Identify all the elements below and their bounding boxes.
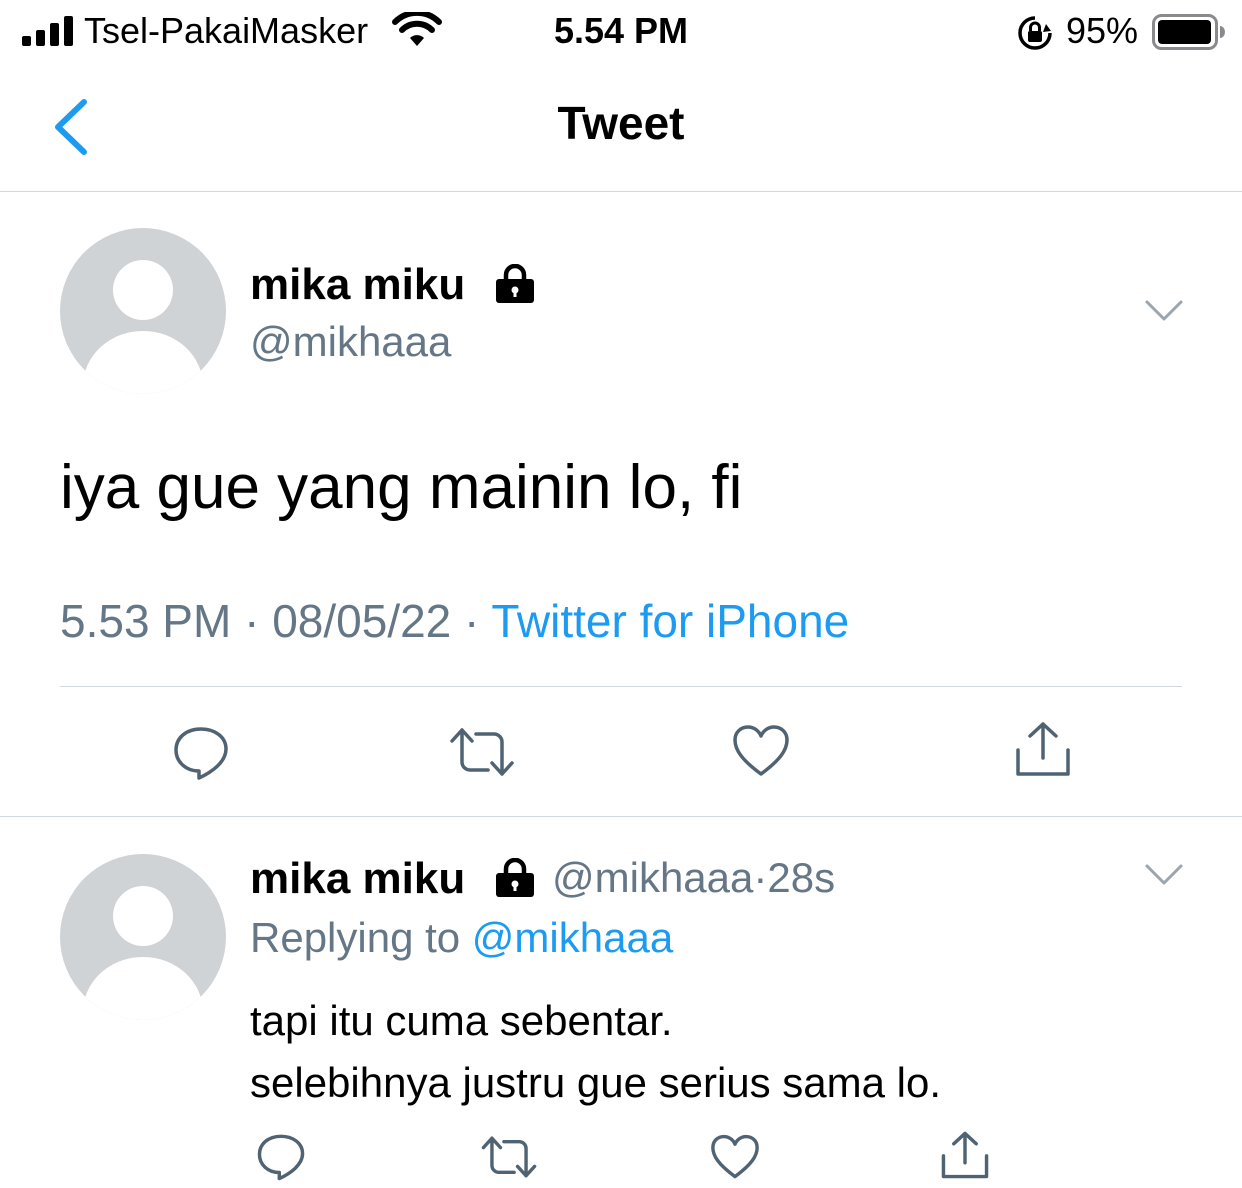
replying-to-label: Replying to — [250, 914, 472, 961]
reply-age: 28s — [767, 854, 836, 901]
avatar[interactable] — [60, 228, 226, 394]
reply-handle[interactable]: @mikhaaa — [552, 854, 753, 901]
lock-icon — [496, 858, 534, 897]
chevron-down-icon[interactable] — [1144, 298, 1184, 324]
share-icon — [1016, 722, 1070, 776]
tweet-meta: 5.53 PM · 08/05/22 · Twitter for iPhone — [60, 594, 849, 648]
like-icon — [711, 1134, 759, 1179]
retweet-icon — [481, 1136, 537, 1178]
avatar[interactable] — [60, 854, 226, 1020]
reply-display-name[interactable]: mika miku — [250, 854, 465, 904]
reply-handle-line: @mikhaaa·28s — [552, 854, 835, 902]
retweet-button[interactable] — [448, 726, 516, 778]
reply-text-line: selebihnya justru gue serius sama lo. — [250, 1059, 942, 1106]
tweet-date: 08/05/22 — [272, 595, 452, 647]
share-button[interactable] — [1014, 720, 1072, 778]
like-button[interactable] — [732, 724, 790, 778]
status-bar: Tsel-PakaiMasker 5.54 PM 95% — [0, 0, 1242, 64]
battery-icon — [1152, 14, 1225, 50]
tweet-source-link[interactable]: Twitter for iPhone — [491, 595, 849, 647]
avatar-body-shape — [83, 957, 203, 1020]
nav-header: Tweet — [0, 64, 1242, 192]
like-icon — [733, 725, 789, 776]
share-button[interactable] — [940, 1130, 990, 1180]
status-time: 5.54 PM — [553, 10, 689, 51]
reply-button[interactable] — [256, 1132, 306, 1182]
battery-percent: 95% — [1066, 10, 1139, 51]
section-divider — [0, 816, 1242, 817]
tweet-display-name[interactable]: mika miku — [250, 260, 465, 310]
like-button[interactable] — [710, 1134, 760, 1180]
avatar-body-shape — [83, 331, 203, 394]
retweet-icon — [450, 728, 514, 776]
retweet-button[interactable] — [480, 1134, 538, 1180]
tweet-time: 5.53 PM — [60, 595, 232, 647]
replying-to: Replying to @mikhaaa — [250, 914, 673, 962]
divider — [60, 686, 1182, 687]
reply-button[interactable] — [172, 724, 230, 782]
meta-separator: · — [451, 595, 492, 647]
reply-text: tapi itu cuma sebentar. selebihnya justr… — [250, 990, 941, 1114]
tweet-handle[interactable]: @mikhaaa — [250, 318, 451, 366]
replying-to-mention[interactable]: @mikhaaa — [472, 914, 673, 961]
avatar-head-shape — [113, 886, 173, 946]
reply-icon — [257, 1134, 305, 1181]
meta-separator: · — [753, 854, 768, 901]
page-title: Tweet — [557, 97, 685, 149]
chevron-down-icon[interactable] — [1144, 862, 1184, 888]
avatar-head-shape — [113, 260, 173, 320]
reply-text-line: tapi itu cuma sebentar. — [250, 997, 673, 1044]
share-icon — [941, 1131, 989, 1179]
tweet-text: iya gue yang mainin lo, fi — [60, 453, 743, 522]
reply-icon — [174, 727, 228, 780]
meta-separator: · — [231, 595, 273, 647]
rotation-lock-icon — [1018, 16, 1052, 50]
lock-icon — [496, 264, 534, 303]
